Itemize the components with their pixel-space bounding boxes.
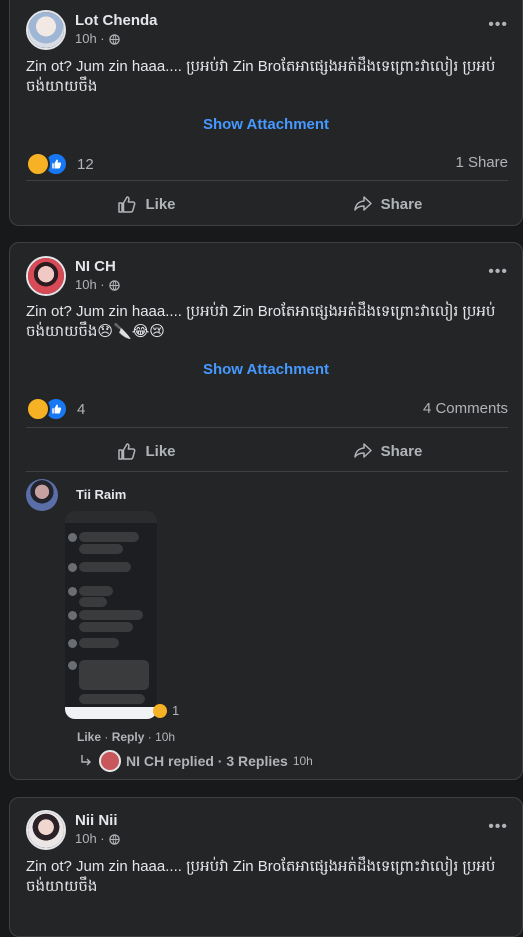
comment-reaction-count: 1 xyxy=(172,703,180,718)
comment-actions: Like · Reply · 10h xyxy=(77,730,175,744)
post-header: Lot Chenda 10h · xyxy=(26,10,158,50)
post-card: Nii Nii 10h · ••• Zin ot? Jum zin haaa..… xyxy=(9,797,523,937)
post-actions: Like Share xyxy=(26,441,508,461)
post-header: Nii Nii 10h · xyxy=(26,810,120,850)
separator: · xyxy=(147,730,152,744)
post-card: Lot Chenda 10h · ••• Zin ot? Jum zin haa… xyxy=(9,0,523,226)
separator: · xyxy=(104,730,109,744)
comment-like-link[interactable]: Like xyxy=(77,730,101,744)
reaction-count: 12 xyxy=(77,155,94,173)
share-arrow-icon xyxy=(353,196,372,211)
like-label: Like xyxy=(145,195,176,213)
divider xyxy=(26,471,508,472)
post-time[interactable]: 10h · xyxy=(75,276,105,294)
reaction-summary[interactable]: 12 xyxy=(26,152,94,176)
post-text: Zin ot? Jum zin haaa.... ប្រអប់វា Zin Br… xyxy=(26,58,496,95)
thumbs-up-icon xyxy=(118,443,136,460)
post-actions: Like Share xyxy=(26,194,508,214)
share-button[interactable]: Share xyxy=(267,441,508,461)
reaction-count: 4 xyxy=(77,400,86,418)
avatar[interactable] xyxy=(26,10,66,50)
post-text: Zin ot? Jum zin haaa.... ប្រអប់វា Zin Br… xyxy=(26,303,496,340)
comment-count[interactable]: 4 Comments xyxy=(423,400,508,417)
post-header: NI CH 10h · xyxy=(26,256,120,296)
replies-time: 10h xyxy=(292,754,313,768)
comment-reaction-summary[interactable]: 1 xyxy=(153,703,179,718)
more-icon[interactable]: ••• xyxy=(488,16,508,34)
more-icon[interactable]: ••• xyxy=(488,818,508,836)
show-attachment-link[interactable]: Show Attachment xyxy=(10,361,522,378)
show-attachment-link[interactable]: Show Attachment xyxy=(10,116,522,133)
post-time[interactable]: 10h · xyxy=(75,30,105,48)
like-label: Like xyxy=(145,442,176,460)
more-icon[interactable]: ••• xyxy=(488,263,508,281)
thumbs-up-icon xyxy=(118,196,136,213)
globe-icon xyxy=(108,833,120,845)
post-card: NI CH 10h · ••• Zin ot? Jum zin haaa....… xyxy=(9,242,523,780)
divider xyxy=(26,427,508,428)
post-text: Zin ot? Jum zin haaa.... ប្រអប់វា Zin Br… xyxy=(26,858,496,895)
avatar[interactable] xyxy=(26,256,66,296)
share-count[interactable]: 1 Share xyxy=(455,154,508,171)
avatar[interactable] xyxy=(26,810,66,850)
replies-text[interactable]: NI CH replied · 3 Replies xyxy=(126,753,288,769)
share-arrow-icon xyxy=(353,443,372,458)
haha-reaction-icon xyxy=(26,152,50,176)
haha-reaction-icon xyxy=(26,397,50,421)
image-footer xyxy=(65,707,157,719)
haha-reaction-icon xyxy=(153,703,167,718)
post-time[interactable]: 10h · xyxy=(75,830,105,848)
commenter-avatar[interactable] xyxy=(26,479,58,511)
comment-time[interactable]: 10h xyxy=(155,730,175,744)
author-name[interactable]: Lot Chenda xyxy=(75,12,158,30)
like-button[interactable]: Like xyxy=(26,441,267,461)
globe-icon xyxy=(108,279,120,291)
reply-arrow-icon xyxy=(81,755,91,766)
reply-avatar xyxy=(99,750,121,772)
share-button[interactable]: Share xyxy=(267,194,508,214)
globe-icon xyxy=(108,33,120,45)
share-label: Share xyxy=(380,195,423,213)
author-name[interactable]: Nii Nii xyxy=(75,812,120,830)
reaction-summary[interactable]: 4 xyxy=(26,397,85,421)
share-label: Share xyxy=(380,442,423,460)
image-topbar xyxy=(65,511,157,523)
commenter-name[interactable]: Tii Raim xyxy=(76,487,126,502)
comment-reply-link[interactable]: Reply xyxy=(112,730,145,744)
author-name[interactable]: NI CH xyxy=(75,258,120,276)
comment-image[interactable] xyxy=(65,511,157,719)
view-replies[interactable]: NI CH replied · 3 Replies 10h xyxy=(79,750,313,772)
like-button[interactable]: Like xyxy=(26,194,267,214)
divider xyxy=(26,180,508,181)
